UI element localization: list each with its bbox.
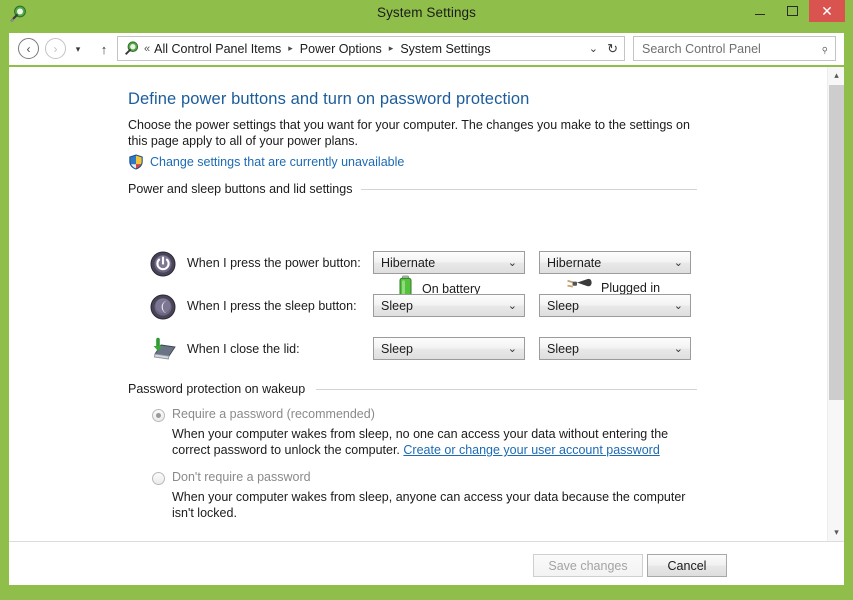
forward-button[interactable]: › (43, 36, 68, 61)
breadcrumb-chevron-icon[interactable]: ▸ (389, 44, 394, 53)
radio-label-require-password: Require a password (recommended) (172, 407, 375, 421)
radio-description-dont-require-password: When your computer wakes from sleep, any… (172, 490, 686, 520)
setting-label-power-button: When I press the power button: (187, 256, 361, 270)
window-title: System Settings (376, 5, 477, 20)
content-pane: Define power buttons and turn on passwor… (9, 67, 844, 541)
page-title: Define power buttons and turn on passwor… (128, 90, 530, 108)
setting-label-close-lid: When I close the lid: (187, 342, 300, 356)
setting-row-sleep-button: When I press the sleep button: Sleep ⌄ S… (9, 294, 827, 324)
scroll-down-button[interactable]: ▾ (828, 524, 844, 541)
change-settings-link[interactable]: Change settings that are currently unava… (150, 155, 404, 169)
address-bar[interactable]: « All Control Panel Items ▸ Power Option… (117, 36, 625, 61)
password-group-heading: Password protection on wakeup (128, 382, 313, 396)
search-box[interactable]: Search Control Panel ⌕ (633, 36, 836, 61)
setting-row-close-lid: When I close the lid: Sleep ⌄ Sleep ⌄ (9, 337, 827, 367)
change-settings-link-row[interactable]: Change settings that are currently unava… (128, 154, 404, 170)
chevron-down-icon: ⌄ (507, 257, 517, 269)
close-icon: ✕ (821, 3, 833, 19)
back-button[interactable]: ‹ (16, 36, 41, 61)
shield-icon (128, 154, 144, 170)
breadcrumb-overflow-icon[interactable]: « (144, 43, 150, 55)
power-button-icon (150, 251, 176, 277)
chevron-down-icon: ⌄ (507, 300, 517, 312)
save-changes-button[interactable]: Save changes (533, 554, 643, 577)
radio-button-icon[interactable] (152, 472, 165, 485)
column-header-plugged-in-label: Plugged in (601, 280, 661, 295)
radio-button-icon[interactable] (152, 409, 165, 422)
breadcrumb-item-power-options[interactable]: Power Options (300, 42, 382, 56)
combo-value: Hibernate (547, 255, 602, 270)
back-arrow-icon: ‹ (18, 38, 39, 59)
combo-value: Hibernate (381, 255, 436, 270)
group-divider (361, 189, 697, 190)
navigation-bar: ‹ › ▾ ↑ « All Control Panel Items ▸ Powe… (9, 33, 844, 65)
setting-row-power-button: When I press the power button: Hibernate… (9, 251, 827, 281)
search-icon: ⌕ (816, 40, 832, 57)
combo-value: Sleep (381, 341, 413, 356)
breadcrumb-app-icon (123, 40, 140, 57)
sleep-moon-icon (150, 294, 176, 320)
scrollbar-thumb[interactable] (829, 85, 844, 400)
up-one-level-button[interactable]: ↑ (95, 40, 113, 58)
combo-sleep-button-on-battery[interactable]: Sleep ⌄ (373, 294, 525, 317)
page-description: Choose the power settings that you want … (128, 118, 690, 148)
system-settings-window: System Settings ✕ ‹ › ▾ ↑ « All Control … (0, 0, 853, 600)
chevron-down-icon: ⌄ (673, 300, 683, 312)
title-bar: System Settings ✕ (0, 0, 853, 27)
radio-label-dont-require-password: Don't require a password (172, 470, 311, 484)
scroll-up-button[interactable]: ▴ (828, 67, 844, 84)
recent-locations-button[interactable]: ▾ (71, 43, 85, 55)
minimize-icon (755, 13, 765, 15)
dialog-button-bar: Save changes Cancel (9, 541, 844, 585)
chevron-down-icon: ⌄ (673, 343, 683, 355)
laptop-lid-icon (150, 337, 176, 363)
breadcrumb-chevron-icon[interactable]: ▸ (288, 44, 293, 53)
chevron-down-icon: ⌄ (507, 343, 517, 355)
settings-pane: Define power buttons and turn on passwor… (9, 67, 827, 541)
combo-value: Sleep (381, 298, 413, 313)
chevron-down-icon: ⌄ (673, 257, 683, 269)
combo-sleep-button-plugged-in[interactable]: Sleep ⌄ (539, 294, 691, 317)
refresh-icon[interactable]: ↻ (607, 41, 618, 57)
chevron-down-icon[interactable]: ⌄ (589, 42, 598, 55)
radio-description-require-password: When your computer wakes from sleep, no … (172, 426, 692, 458)
power-buttons-group-heading: Power and sleep buttons and lid settings (128, 182, 360, 196)
breadcrumb-item-system-settings[interactable]: System Settings (400, 42, 490, 56)
cancel-button[interactable]: Cancel (647, 554, 727, 577)
maximize-button[interactable] (777, 0, 807, 22)
forward-arrow-icon: › (45, 38, 66, 59)
combo-power-button-plugged-in[interactable]: Hibernate ⌄ (539, 251, 691, 274)
create-change-password-link[interactable]: Create or change your user account passw… (403, 443, 659, 457)
search-input[interactable]: Search Control Panel (642, 42, 761, 56)
group-divider (316, 389, 697, 390)
setting-label-sleep-button: When I press the sleep button: (187, 299, 357, 313)
combo-power-button-on-battery[interactable]: Hibernate ⌄ (373, 251, 525, 274)
maximize-icon (786, 6, 798, 16)
vertical-scrollbar[interactable]: ▴ ▾ (827, 67, 844, 541)
combo-close-lid-plugged-in[interactable]: Sleep ⌄ (539, 337, 691, 360)
combo-close-lid-on-battery[interactable]: Sleep ⌄ (373, 337, 525, 360)
combo-value: Sleep (547, 341, 579, 356)
combo-value: Sleep (547, 298, 579, 313)
close-button[interactable]: ✕ (809, 0, 845, 22)
breadcrumb-item-all-control-panel-items[interactable]: All Control Panel Items (154, 42, 281, 56)
minimize-button[interactable] (745, 0, 775, 22)
